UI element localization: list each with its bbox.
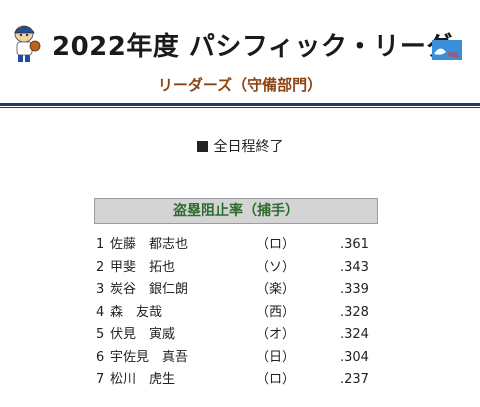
team-abbrev: （楽） [256,282,296,297]
leader-rank: 3 [96,282,105,297]
player-name[interactable]: 宇佐見 真吾 [110,349,188,367]
team-abbrev: （ソ） [256,259,296,275]
player-name[interactable]: 松川 虎生 [110,371,175,389]
leader-row: 7 松川 虎生 （ロ） .237 [96,371,376,394]
page-header: 2022年度 パシフィック・リーグ PBL リーダーズ（守備部門） [0,0,480,108]
player-name[interactable]: 炭谷 銀仁朗 [110,281,188,299]
team-abbrev: （ロ） [256,372,296,387]
season-status: 全日程終了 [0,136,480,156]
stat-value: .304 [340,349,369,365]
player-name[interactable]: 甲斐 拓也 [110,259,175,277]
leader-rank: 6 [96,349,105,365]
leader-rank: 4 [96,304,105,320]
stat-value: .324 [340,327,369,342]
leader-row: 1 佐藤 都志也 （ロ） .361 [96,236,376,259]
team-abbrev: （ロ） [256,237,296,252]
team-abbrev: （オ） [256,327,296,342]
pacific-league-logo-icon: PBL [432,40,462,60]
stat-value: .343 [340,259,369,275]
leader-row: 5 伏見 寅威 （オ） .324 [96,326,376,349]
stat-value: .237 [340,372,369,387]
leader-row: 6 宇佐見 真吾 （日） .304 [96,349,376,372]
leader-rank: 1 [96,237,105,252]
leader-row: 4 森 友哉 （西） .328 [96,304,376,327]
stat-value: .339 [340,282,369,297]
page-title: 2022年度 パシフィック・リーグ [52,32,453,62]
team-abbrev: （日） [256,349,296,365]
leader-rank: 2 [96,259,105,275]
player-name[interactable]: 佐藤 都志也 [110,236,188,254]
baseball-mascot-icon [14,25,41,62]
leader-row: 2 甲斐 拓也 （ソ） .343 [96,259,376,282]
header-divider [0,103,480,106]
leader-rank: 5 [96,327,105,342]
logo-lettering: PBL [448,53,460,59]
team-abbrev: （西） [256,304,296,320]
season-status-label: 全日程終了 [213,139,284,155]
square-bullet-icon [196,141,208,152]
leaders-list: 1 佐藤 都志也 （ロ） .361 2 甲斐 拓也 （ソ） .343 3 炭谷 … [96,236,376,394]
category-header: 盗塁阻止率（捕手） [94,198,378,224]
stat-value: .361 [340,237,369,252]
page-subtitle: リーダーズ（守備部門） [157,76,323,94]
player-name[interactable]: 伏見 寅威 [110,326,175,344]
leader-row: 3 炭谷 銀仁朗 （楽） .339 [96,281,376,304]
leader-rank: 7 [96,372,105,387]
stat-value: .328 [340,304,369,320]
header-divider-thin [0,107,480,108]
player-name[interactable]: 森 友哉 [110,304,162,322]
